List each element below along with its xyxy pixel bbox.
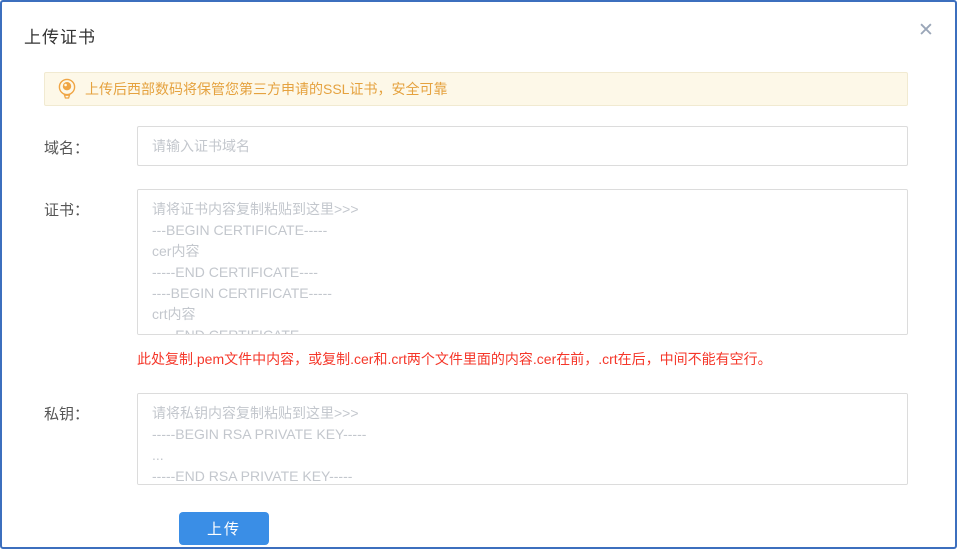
certificate-textarea[interactable] xyxy=(137,189,908,335)
notice-text: 上传后西部数码将保管您第三方申请的SSL证书，安全可靠 xyxy=(85,81,448,97)
domain-label: 域名： xyxy=(44,140,90,157)
domain-input[interactable] xyxy=(137,126,908,166)
private-key-row: 私钥： xyxy=(44,393,908,490)
private-key-textarea[interactable] xyxy=(137,393,908,485)
certificate-label: 证书： xyxy=(44,202,90,219)
upload-form: 域名： 证书： 此处复制.pem文件中内容，或复制.cer和.crt两个文件里面… xyxy=(44,126,908,545)
private-key-label: 私钥： xyxy=(44,406,90,423)
certificate-hint: 此处复制.pem文件中内容，或复制.cer和.crt两个文件里面的内容.cer在… xyxy=(137,351,772,367)
page-title: 上传证书 xyxy=(24,28,96,47)
notice-banner: 上传后西部数码将保管您第三方申请的SSL证书，安全可靠 xyxy=(44,72,908,106)
button-row: 上传 xyxy=(179,512,908,545)
close-icon[interactable]: ✕ xyxy=(915,20,937,42)
dialog-header: 上传证书 xyxy=(2,2,955,48)
lightbulb-icon xyxy=(57,78,77,100)
domain-row: 域名： xyxy=(44,126,908,166)
upload-certificate-dialog: 上传证书 ✕ 上传后西部数码将保管您第三方申请的SSL证书，安全可靠 域名： 证… xyxy=(0,0,957,549)
certificate-row: 证书： xyxy=(44,189,908,340)
upload-button[interactable]: 上传 xyxy=(179,512,269,545)
